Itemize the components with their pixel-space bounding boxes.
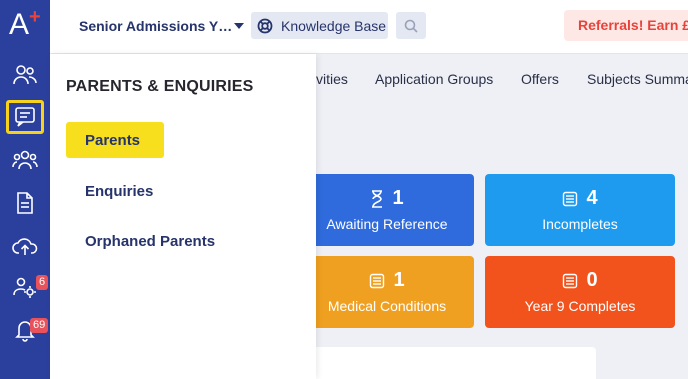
lifebuoy-icon bbox=[257, 18, 273, 33]
card-number: 1 bbox=[393, 269, 405, 291]
users-settings-icon bbox=[13, 277, 36, 298]
tab-subjects-summary[interactable]: Subjects Summa bbox=[587, 71, 688, 87]
menu-item-orphaned-parents[interactable]: Orphaned Parents bbox=[66, 223, 286, 259]
group-icon bbox=[12, 150, 38, 170]
user-settings-badge: 6 bbox=[36, 275, 49, 290]
notifications-badge: 69 bbox=[30, 318, 49, 333]
tab-activities[interactable]: vities bbox=[316, 71, 348, 87]
search-icon bbox=[404, 19, 418, 33]
stat-card-year9-completes[interactable]: 0 Year 9 Completes bbox=[485, 256, 675, 328]
top-header: Senior Admissions Y… Knowledge Base Refe… bbox=[50, 0, 688, 54]
sidebar-item-users[interactable] bbox=[6, 58, 44, 92]
logo-plus: + bbox=[29, 6, 41, 28]
stat-card-awaiting-reference[interactable]: 1 Awaiting Reference bbox=[300, 174, 474, 246]
stat-card-medical-conditions[interactable]: 1 Medical Conditions bbox=[300, 256, 474, 328]
referrals-button[interactable]: Referrals! Earn £ bbox=[564, 10, 688, 41]
list-icon bbox=[563, 273, 578, 288]
card-label: Year 9 Completes bbox=[524, 298, 636, 314]
users-icon bbox=[13, 65, 37, 85]
card-label: Awaiting Reference bbox=[326, 216, 448, 232]
tab-bar: vities Application Groups Offers Subject… bbox=[316, 54, 688, 102]
stat-card-incompletes[interactable]: 4 Incompletes bbox=[485, 174, 675, 246]
content-panel bbox=[300, 347, 596, 379]
cloud-upload-icon bbox=[12, 238, 38, 255]
sidebar-item-parents-enquiries[interactable] bbox=[6, 100, 44, 134]
menu-item-enquiries[interactable]: Enquiries bbox=[66, 173, 266, 209]
sidebar-item-upload[interactable] bbox=[6, 229, 44, 263]
app-logo[interactable]: A + bbox=[9, 6, 43, 42]
card-label: Medical Conditions bbox=[327, 298, 447, 314]
menu-item-parents[interactable]: Parents bbox=[66, 122, 164, 158]
card-number: 1 bbox=[392, 187, 404, 209]
tab-application-groups[interactable]: Application Groups bbox=[375, 71, 493, 87]
chevron-down-icon[interactable] bbox=[234, 23, 244, 29]
card-number: 0 bbox=[586, 269, 598, 291]
card-number: 4 bbox=[586, 187, 598, 209]
sidebar: A + 6 69 bbox=[0, 0, 50, 379]
hourglass-icon bbox=[372, 189, 383, 208]
chat-icon bbox=[15, 107, 35, 127]
tab-offers[interactable]: Offers bbox=[521, 71, 559, 87]
list-icon bbox=[370, 273, 385, 288]
knowledge-base-button[interactable]: Knowledge Base bbox=[251, 12, 388, 39]
parents-enquiries-flyout: PARENTS & ENQUIRIES Parents Enquiries Or… bbox=[50, 54, 316, 379]
sidebar-item-groups[interactable] bbox=[6, 143, 44, 177]
knowledge-base-label: Knowledge Base bbox=[281, 17, 387, 34]
card-label: Incompletes bbox=[542, 216, 618, 232]
document-icon bbox=[17, 192, 33, 214]
logo-letter: A bbox=[9, 8, 30, 41]
flyout-title: PARENTS & ENQUIRIES bbox=[66, 78, 254, 95]
search-button[interactable] bbox=[396, 12, 426, 39]
list-icon bbox=[563, 191, 578, 206]
sidebar-item-documents[interactable] bbox=[6, 186, 44, 220]
year-group-selector[interactable]: Senior Admissions Y… bbox=[79, 18, 232, 34]
